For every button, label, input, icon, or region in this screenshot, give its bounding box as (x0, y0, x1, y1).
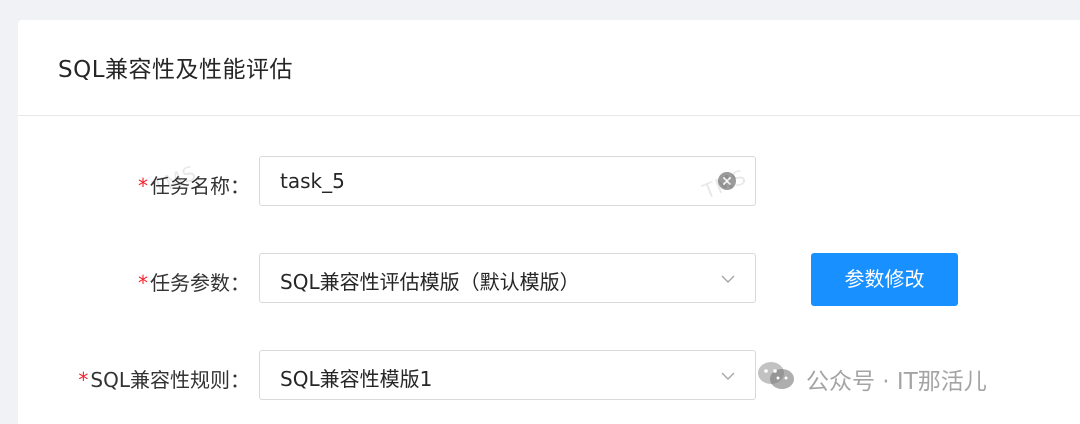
chevron-down-icon (720, 368, 736, 388)
task-params-label-text: 任务参数： (150, 271, 250, 295)
task-params-label: * 任务参数： (138, 267, 250, 296)
sql-rules-label-text: SQL兼容性规则： (90, 368, 250, 392)
sql-rules-value: SQL兼容性模版1 (280, 367, 433, 391)
chevron-down-icon (720, 271, 736, 291)
clear-icon[interactable] (718, 172, 736, 190)
card-header: SQL兼容性及性能评估 (18, 20, 1080, 116)
brand-watermark-text: 公众号 · IT那活儿 (806, 369, 987, 395)
wechat-icon (756, 360, 796, 398)
sql-rules-label: * SQL兼容性规则： (78, 364, 250, 393)
required-mark: * (138, 174, 148, 198)
brand-watermark: 公众号 · IT那活儿 (756, 362, 987, 396)
task-name-value: task_5 (280, 169, 345, 193)
edit-params-button[interactable]: 参数修改 (811, 253, 958, 306)
task-params-select[interactable]: SQL兼容性评估模版（默认模版） (259, 253, 756, 303)
task-name-label-text: 任务名称： (150, 174, 250, 198)
required-mark: * (138, 271, 148, 295)
task-params-value: SQL兼容性评估模版（默认模版） (280, 270, 580, 294)
sql-rules-select[interactable]: SQL兼容性模版1 (259, 350, 756, 400)
task-name-input[interactable]: task_5 (259, 156, 756, 206)
required-mark: * (78, 368, 89, 392)
task-name-label: * 任务名称： (138, 170, 250, 199)
page-title: SQL兼容性及性能评估 (58, 57, 294, 83)
